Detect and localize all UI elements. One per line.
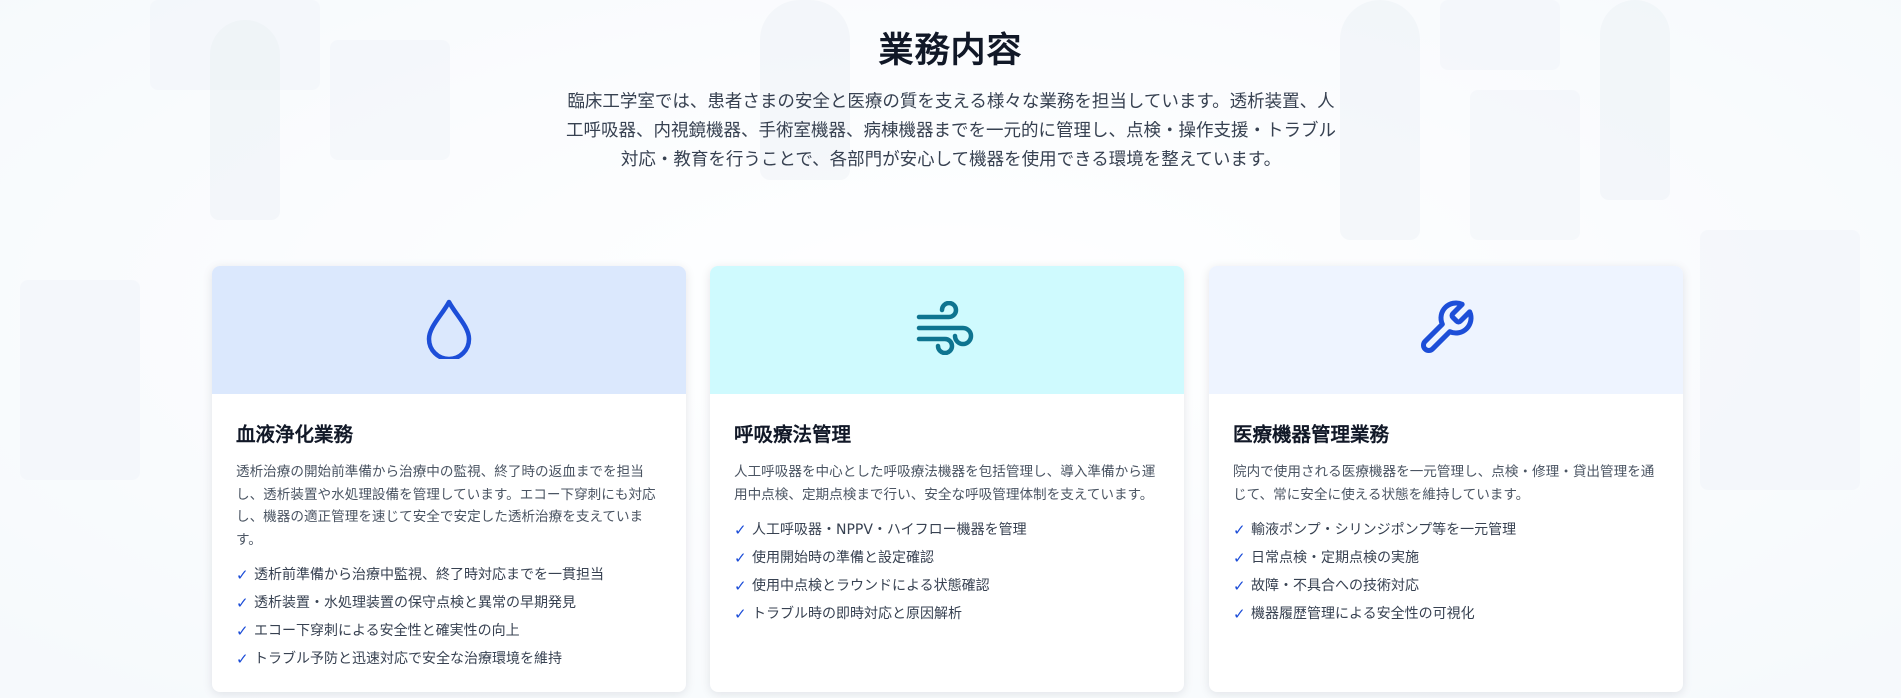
section-intro: 臨床工学室では、患者さまの安全と医療の質を支える様々な業務を担当しています。透析… xyxy=(566,92,1336,170)
section-title: 業務内容 xyxy=(878,31,1023,71)
wrench-icon xyxy=(1416,298,1476,362)
service-card-device-management: 医療機器管理業務 院内で使用される医療機器を一元管理し、点検・修理・貸出管理を通… xyxy=(1209,266,1683,692)
card-header xyxy=(710,266,1184,394)
check-icon: ✓ xyxy=(1233,521,1246,539)
check-icon: ✓ xyxy=(734,549,747,567)
list-item-text: トラブル時の即時対応と原因解析 xyxy=(752,606,962,622)
list-item: ✓ 透析前準備から治療中監視、終了時対応までを一貫担当 xyxy=(236,561,662,589)
list-item: ✓ 使用中点検とラウンドによる状態確認 xyxy=(734,572,1160,600)
list-item-text: 使用中点検とラウンドによる状態確認 xyxy=(752,578,990,594)
wind-icon xyxy=(915,300,979,359)
check-icon: ✓ xyxy=(236,566,249,584)
card-header xyxy=(212,266,686,394)
list-item: ✓ 輸液ポンプ・シリンジポンプ等を一元管理 xyxy=(1233,516,1659,544)
card-header xyxy=(1209,266,1683,394)
check-icon: ✓ xyxy=(236,650,249,668)
list-item: ✓ 故障・不具合への技術対応 xyxy=(1233,572,1659,600)
list-item-text: 使用開始時の準備と設定確認 xyxy=(752,550,934,566)
card-title: 血液浄化業務 xyxy=(236,423,354,446)
list-item-text: エコー下穿刺による安全性と確実性の向上 xyxy=(254,623,520,639)
card-title: 医療機器管理業務 xyxy=(1233,423,1390,446)
list-item-text: 透析装置・水処理装置の保守点検と異常の早期発見 xyxy=(254,595,576,611)
list-item: ✓ 日常点検・定期点検の実施 xyxy=(1233,544,1659,572)
card-title: 呼吸療法管理 xyxy=(734,423,852,446)
card-description: 院内で使用される医療機器を一元管理し、点検・修理・貸出管理を通じて、常に安全に使… xyxy=(1233,464,1655,503)
list-item-text: 機器履歴管理による安全性の可視化 xyxy=(1251,606,1475,622)
list-item: ✓ 使用開始時の準備と設定確認 xyxy=(734,544,1160,572)
droplet-icon xyxy=(422,297,476,363)
check-icon: ✓ xyxy=(1233,549,1246,567)
list-item: ✓ 人工呼吸器・NPPV・ハイフロー機器を管理 xyxy=(734,516,1160,544)
card-description: 人工呼吸器を中心とした呼吸療法機器を包括管理し、導入準備から運用中点検、定期点検… xyxy=(734,464,1156,503)
check-icon: ✓ xyxy=(734,521,747,539)
check-icon: ✓ xyxy=(734,577,747,595)
check-icon: ✓ xyxy=(1233,577,1246,595)
list-item: ✓ トラブル予防と迅速対応で安全な治療環境を維持 xyxy=(236,645,662,673)
service-card-blood-purification: 血液浄化業務 透析治療の開始前準備から治療中の監視、終了時の返血までを担当し、透… xyxy=(212,266,686,692)
list-item-text: 輸液ポンプ・シリンジポンプ等を一元管理 xyxy=(1251,522,1517,538)
list-item: ✓ 機器履歴管理による安全性の可視化 xyxy=(1233,600,1659,628)
card-description: 透析治療の開始前準備から治療中の監視、終了時の返血までを担当し、透析装置や水処理… xyxy=(236,464,656,548)
list-item: ✓ エコー下穿刺による安全性と確実性の向上 xyxy=(236,617,662,645)
check-icon: ✓ xyxy=(236,594,249,612)
list-item-text: トラブル予防と迅速対応で安全な治療環境を維持 xyxy=(254,651,562,667)
list-item-text: 故障・不具合への技術対応 xyxy=(1251,578,1419,594)
check-icon: ✓ xyxy=(734,605,747,623)
feature-list: ✓ 透析前準備から治療中監視、終了時対応までを一貫担当 ✓ 透析装置・水処理装置の保… xyxy=(236,561,662,673)
feature-list: ✓ 人工呼吸器・NPPV・ハイフロー機器を管理 ✓ 使用開始時の準備と設定確認 ✓ 使… xyxy=(734,516,1160,628)
feature-list: ✓ 輸液ポンプ・シリンジポンプ等を一元管理 ✓ 日常点検・定期点検の実施 ✓ 故障・不… xyxy=(1233,516,1659,628)
check-icon: ✓ xyxy=(236,622,249,640)
list-item: ✓ トラブル時の即時対応と原因解析 xyxy=(734,600,1160,628)
list-item-text: 日常点検・定期点検の実施 xyxy=(1251,550,1419,566)
list-item-text: 透析前準備から治療中監視、終了時対応までを一貫担当 xyxy=(254,567,604,583)
service-card-respiratory-therapy: 呼吸療法管理 人工呼吸器を中心とした呼吸療法機器を包括管理し、導入準備から運用中… xyxy=(710,266,1184,692)
list-item: ✓ 透析装置・水処理装置の保守点検と異常の早期発見 xyxy=(236,589,662,617)
list-item-text: 人工呼吸器・NPPV・ハイフロー機器を管理 xyxy=(752,522,1027,538)
check-icon: ✓ xyxy=(1233,605,1246,623)
